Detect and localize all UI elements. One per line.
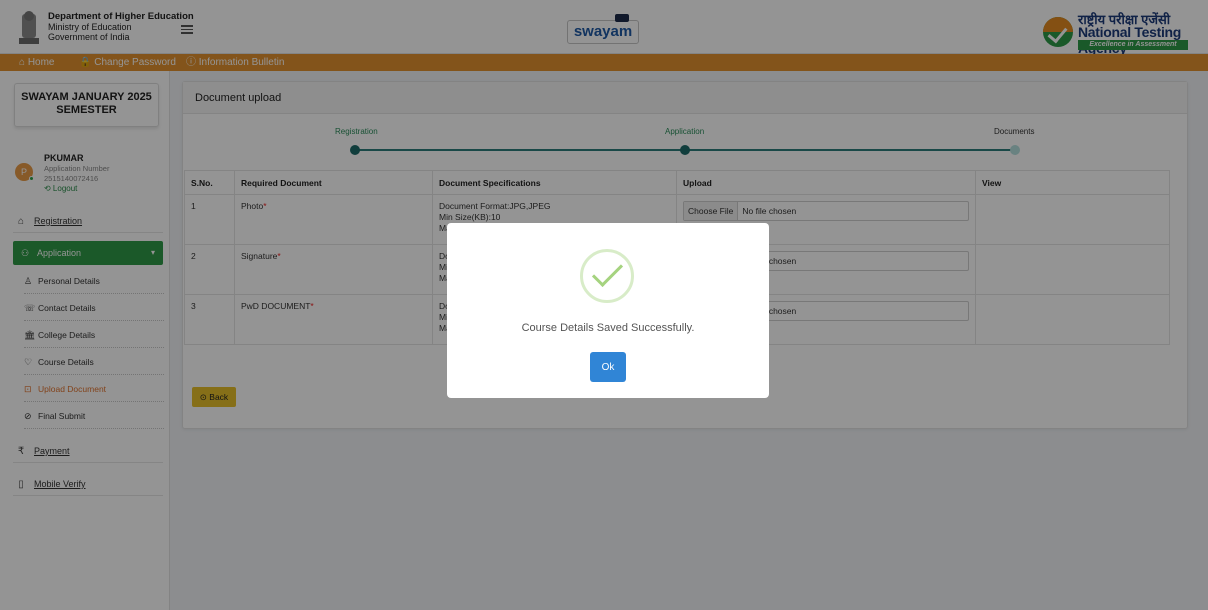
ok-button[interactable]: Ok	[590, 352, 626, 382]
dialog-message: Course Details Saved Successfully.	[521, 322, 695, 334]
success-check-icon	[580, 249, 634, 303]
success-dialog: Course Details Saved Successfully. Ok	[447, 223, 769, 398]
